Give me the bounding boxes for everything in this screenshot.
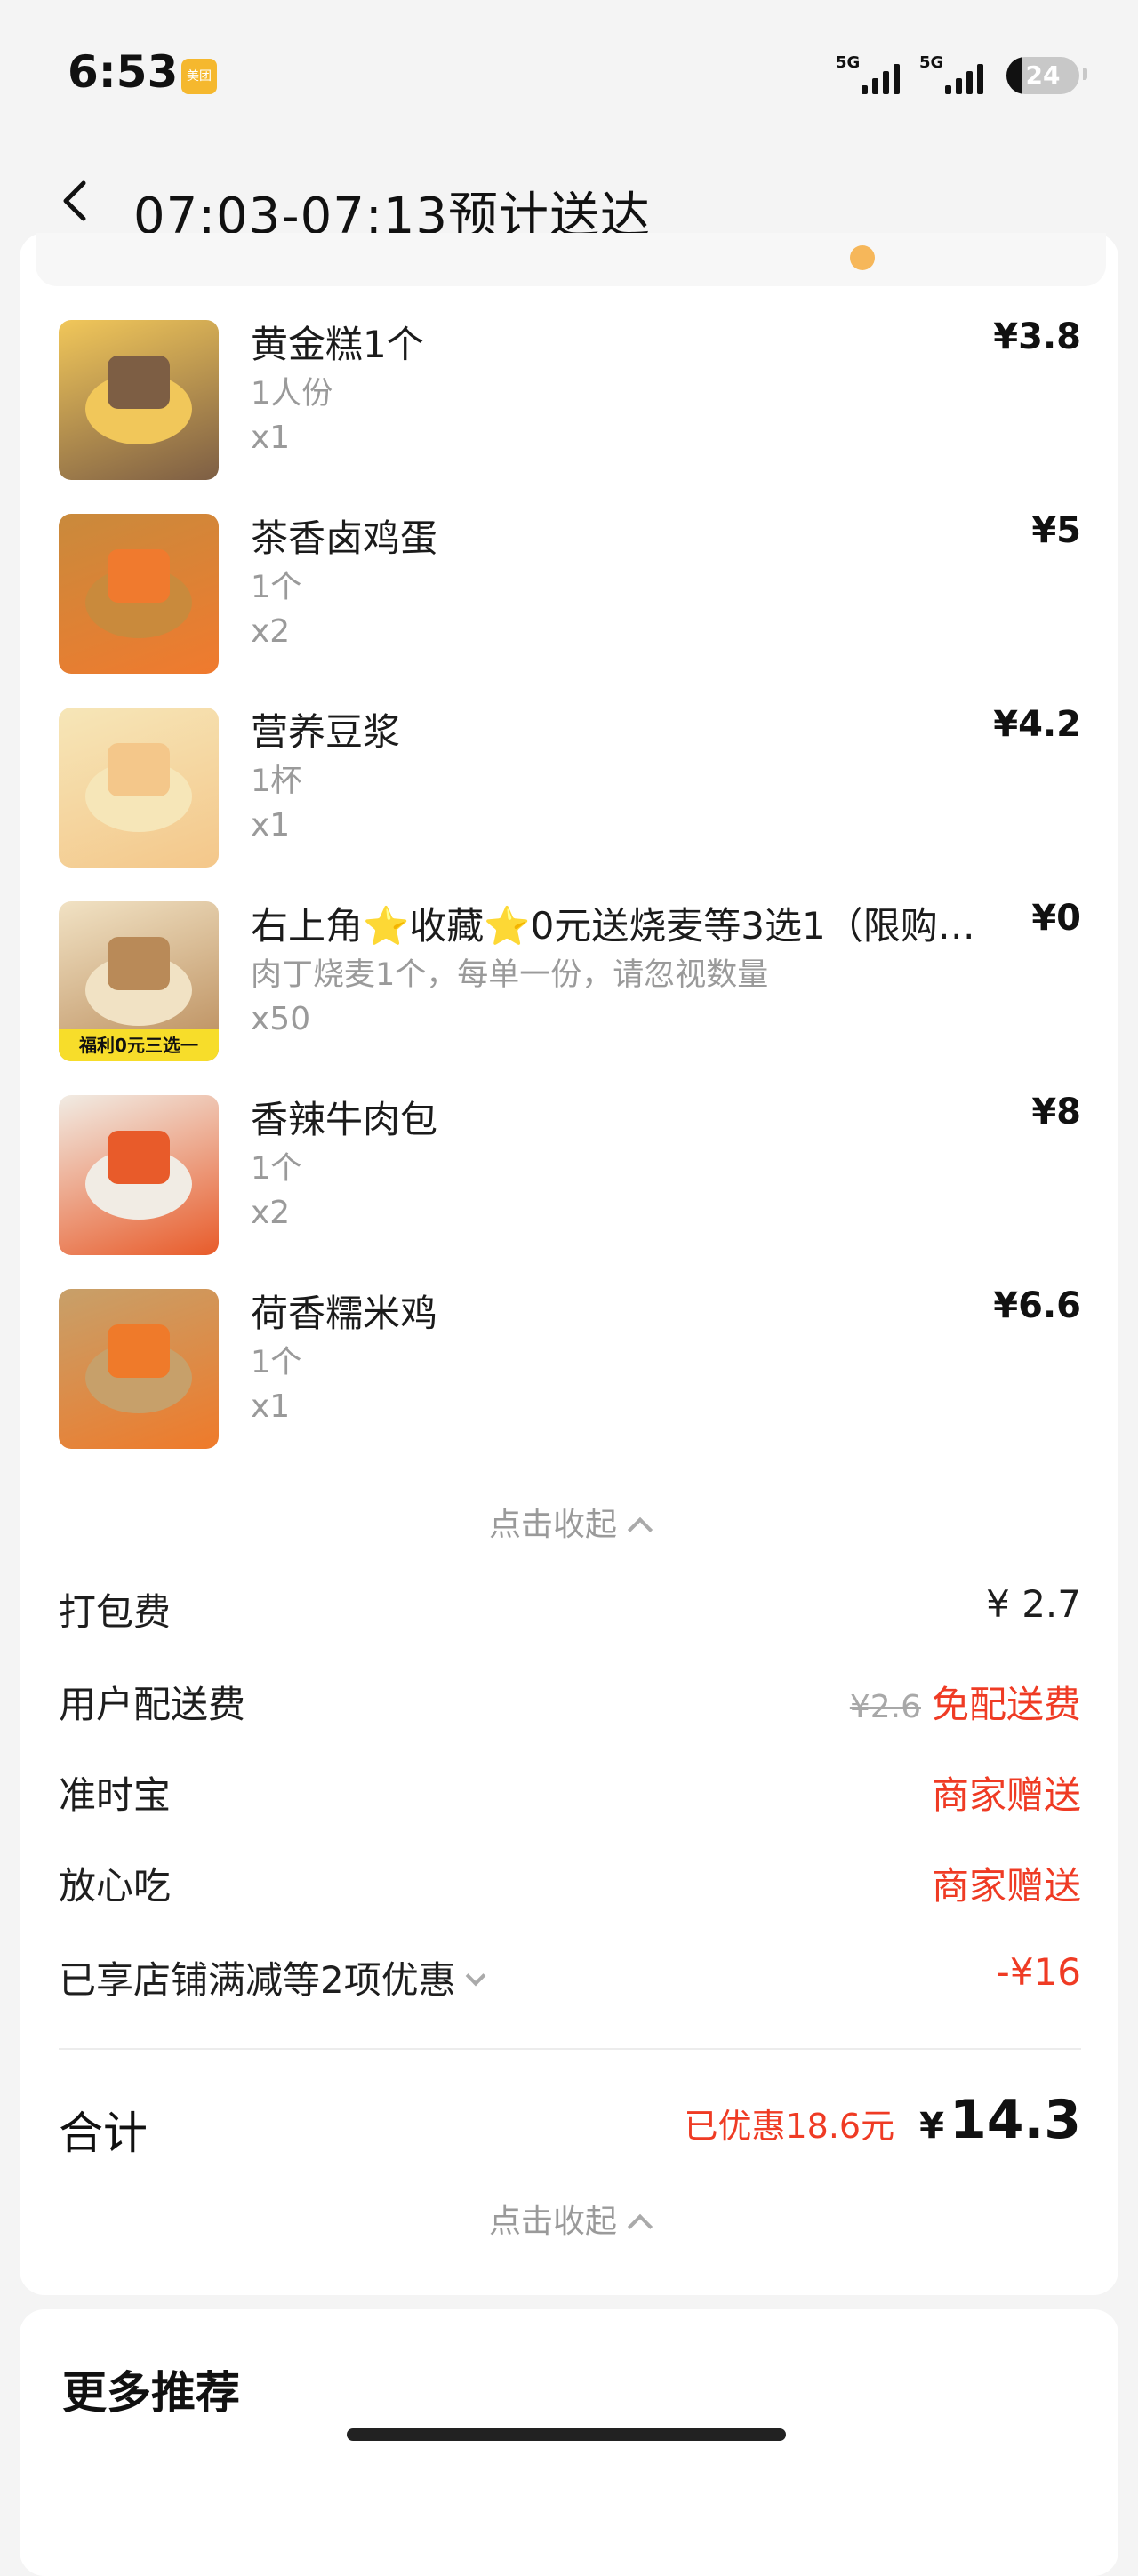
item-quantity: x1 bbox=[251, 807, 291, 844]
item-name: 黄金糕1个 bbox=[251, 323, 424, 366]
item-spec: 1个 bbox=[251, 1151, 302, 1187]
currency-symbol: ¥ bbox=[919, 2106, 944, 2147]
promo-tag: 福利0元三选一 bbox=[59, 1029, 219, 1061]
status-bar: 6:53 美团 5G 5G 24 bbox=[0, 0, 1138, 133]
item-quantity: x50 bbox=[251, 1001, 311, 1037]
item-spec: 1个 bbox=[251, 570, 302, 605]
list-item[interactable]: 营养豆浆 1杯 x1 ¥4.2 bbox=[59, 704, 1081, 868]
ontime-guarantee-label: 准时宝 bbox=[59, 1773, 172, 1817]
item-spec: 1杯 bbox=[251, 764, 302, 799]
item-price: ¥4.2 bbox=[993, 704, 1081, 745]
chevron-up-icon bbox=[627, 2213, 653, 2240]
collapse-items-button[interactable]: 点击收起 bbox=[0, 1499, 1138, 1545]
item-spec: 1人份 bbox=[251, 376, 333, 412]
safe-eat-value: 商家赠送 bbox=[931, 1864, 1081, 1908]
fee-row-ontime: 准时宝 商家赠送 bbox=[59, 1765, 1081, 1828]
packing-fee-label: 打包费 bbox=[59, 1590, 172, 1634]
status-indicators: 5G 5G 24 bbox=[836, 53, 1087, 94]
card-peek-strip bbox=[36, 233, 1106, 286]
product-thumbnail bbox=[59, 1289, 219, 1449]
item-price: ¥8 bbox=[1031, 1092, 1081, 1132]
collapse-label: 点击收起 bbox=[488, 1507, 617, 1543]
item-quantity: x1 bbox=[251, 1388, 291, 1425]
home-indicator[interactable] bbox=[347, 2428, 786, 2441]
battery-level: 24 bbox=[1025, 60, 1061, 90]
product-thumbnail bbox=[59, 514, 219, 674]
item-spec: 肉丁烧麦1个，每单一份，请忽视数量 bbox=[251, 957, 769, 993]
total-summary: 已优惠18.6元 ¥ 14.3 bbox=[684, 2089, 1081, 2151]
fee-row-discount[interactable]: 已享店铺满减等2项优惠 -¥16 bbox=[59, 1950, 1081, 2012]
divider bbox=[59, 2048, 1081, 2050]
battery-icon: 24 bbox=[1006, 57, 1079, 94]
product-thumbnail: 福利0元三选一 bbox=[59, 901, 219, 1061]
total-label: 合计 bbox=[59, 2108, 148, 2159]
item-name: 右上角⭐收藏⭐0元送烧麦等3选1（限购一份） bbox=[251, 904, 1006, 948]
battery-tip-icon bbox=[1083, 68, 1087, 80]
total-amount: 14.3 bbox=[949, 2089, 1081, 2151]
product-thumbnail bbox=[59, 708, 219, 868]
list-item[interactable]: 荷香糯米鸡 1个 x1 ¥6.6 bbox=[59, 1285, 1081, 1449]
product-thumbnail bbox=[59, 1095, 219, 1255]
item-price: ¥0 bbox=[1031, 898, 1081, 939]
item-name: 荷香糯米鸡 bbox=[251, 1292, 438, 1335]
delivery-original-price: ¥2.6 bbox=[849, 1689, 921, 1725]
fee-row-safe: 放心吃 商家赠送 bbox=[59, 1856, 1081, 1918]
delivery-fee-value: ¥2.6 免配送费 bbox=[850, 1675, 1081, 1729]
product-thumbnail bbox=[59, 320, 219, 480]
collapse-label: 点击收起 bbox=[488, 2204, 617, 2240]
item-price: ¥6.6 bbox=[993, 1285, 1081, 1326]
signal-5g-icon: 5G bbox=[919, 53, 983, 94]
item-name: 茶香卤鸡蛋 bbox=[251, 516, 438, 560]
meituan-app-icon: 美团 bbox=[181, 59, 217, 94]
list-item[interactable]: 茶香卤鸡蛋 1个 x2 ¥5 bbox=[59, 510, 1081, 674]
list-item[interactable]: 香辣牛肉包 1个 x2 ¥8 bbox=[59, 1092, 1081, 1255]
item-spec: 1个 bbox=[251, 1345, 302, 1380]
total-saved: 已优惠18.6元 bbox=[684, 2107, 895, 2146]
item-price: ¥5 bbox=[1031, 510, 1081, 551]
item-name: 香辣牛肉包 bbox=[251, 1098, 438, 1141]
fee-row-delivery: 用户配送费 ¥2.6 免配送费 bbox=[59, 1675, 1081, 1737]
signal-5g-icon: 5G bbox=[836, 53, 900, 94]
status-time: 6:53 bbox=[68, 46, 179, 98]
delivery-free-text: 免配送费 bbox=[931, 1683, 1081, 1726]
list-item[interactable]: 黄金糕1个 1人份 x1 ¥3.8 bbox=[59, 316, 1081, 480]
chevron-down-icon bbox=[465, 1965, 486, 1986]
item-name: 营养豆浆 bbox=[251, 710, 401, 754]
list-item[interactable]: 福利0元三选一 右上角⭐收藏⭐0元送烧麦等3选1（限购一份） 肉丁烧麦1个，每单… bbox=[59, 898, 1081, 1061]
safe-eat-label: 放心吃 bbox=[59, 1864, 172, 1908]
item-quantity: x2 bbox=[251, 613, 291, 650]
item-quantity: x1 bbox=[251, 420, 291, 456]
back-arrow-icon[interactable] bbox=[55, 180, 98, 222]
discount-value: -¥16 bbox=[996, 1950, 1081, 1994]
fee-row-packing: 打包费 ¥ 2.7 bbox=[59, 1582, 1081, 1644]
more-recommendations-title: 更多推荐 bbox=[62, 2367, 240, 2419]
ontime-guarantee-value: 商家赠送 bbox=[931, 1773, 1081, 1817]
delivery-fee-label: 用户配送费 bbox=[59, 1683, 246, 1726]
more-recommendations-card: 更多推荐 bbox=[20, 2309, 1118, 2576]
collapse-summary-button[interactable]: 点击收起 bbox=[0, 2196, 1138, 2242]
item-quantity: x2 bbox=[251, 1195, 291, 1231]
chevron-up-icon bbox=[627, 1516, 653, 1543]
packing-fee-value: ¥ 2.7 bbox=[986, 1582, 1081, 1626]
discount-label[interactable]: 已享店铺满减等2项优惠 bbox=[59, 1950, 486, 2004]
item-price: ¥3.8 bbox=[993, 316, 1081, 357]
